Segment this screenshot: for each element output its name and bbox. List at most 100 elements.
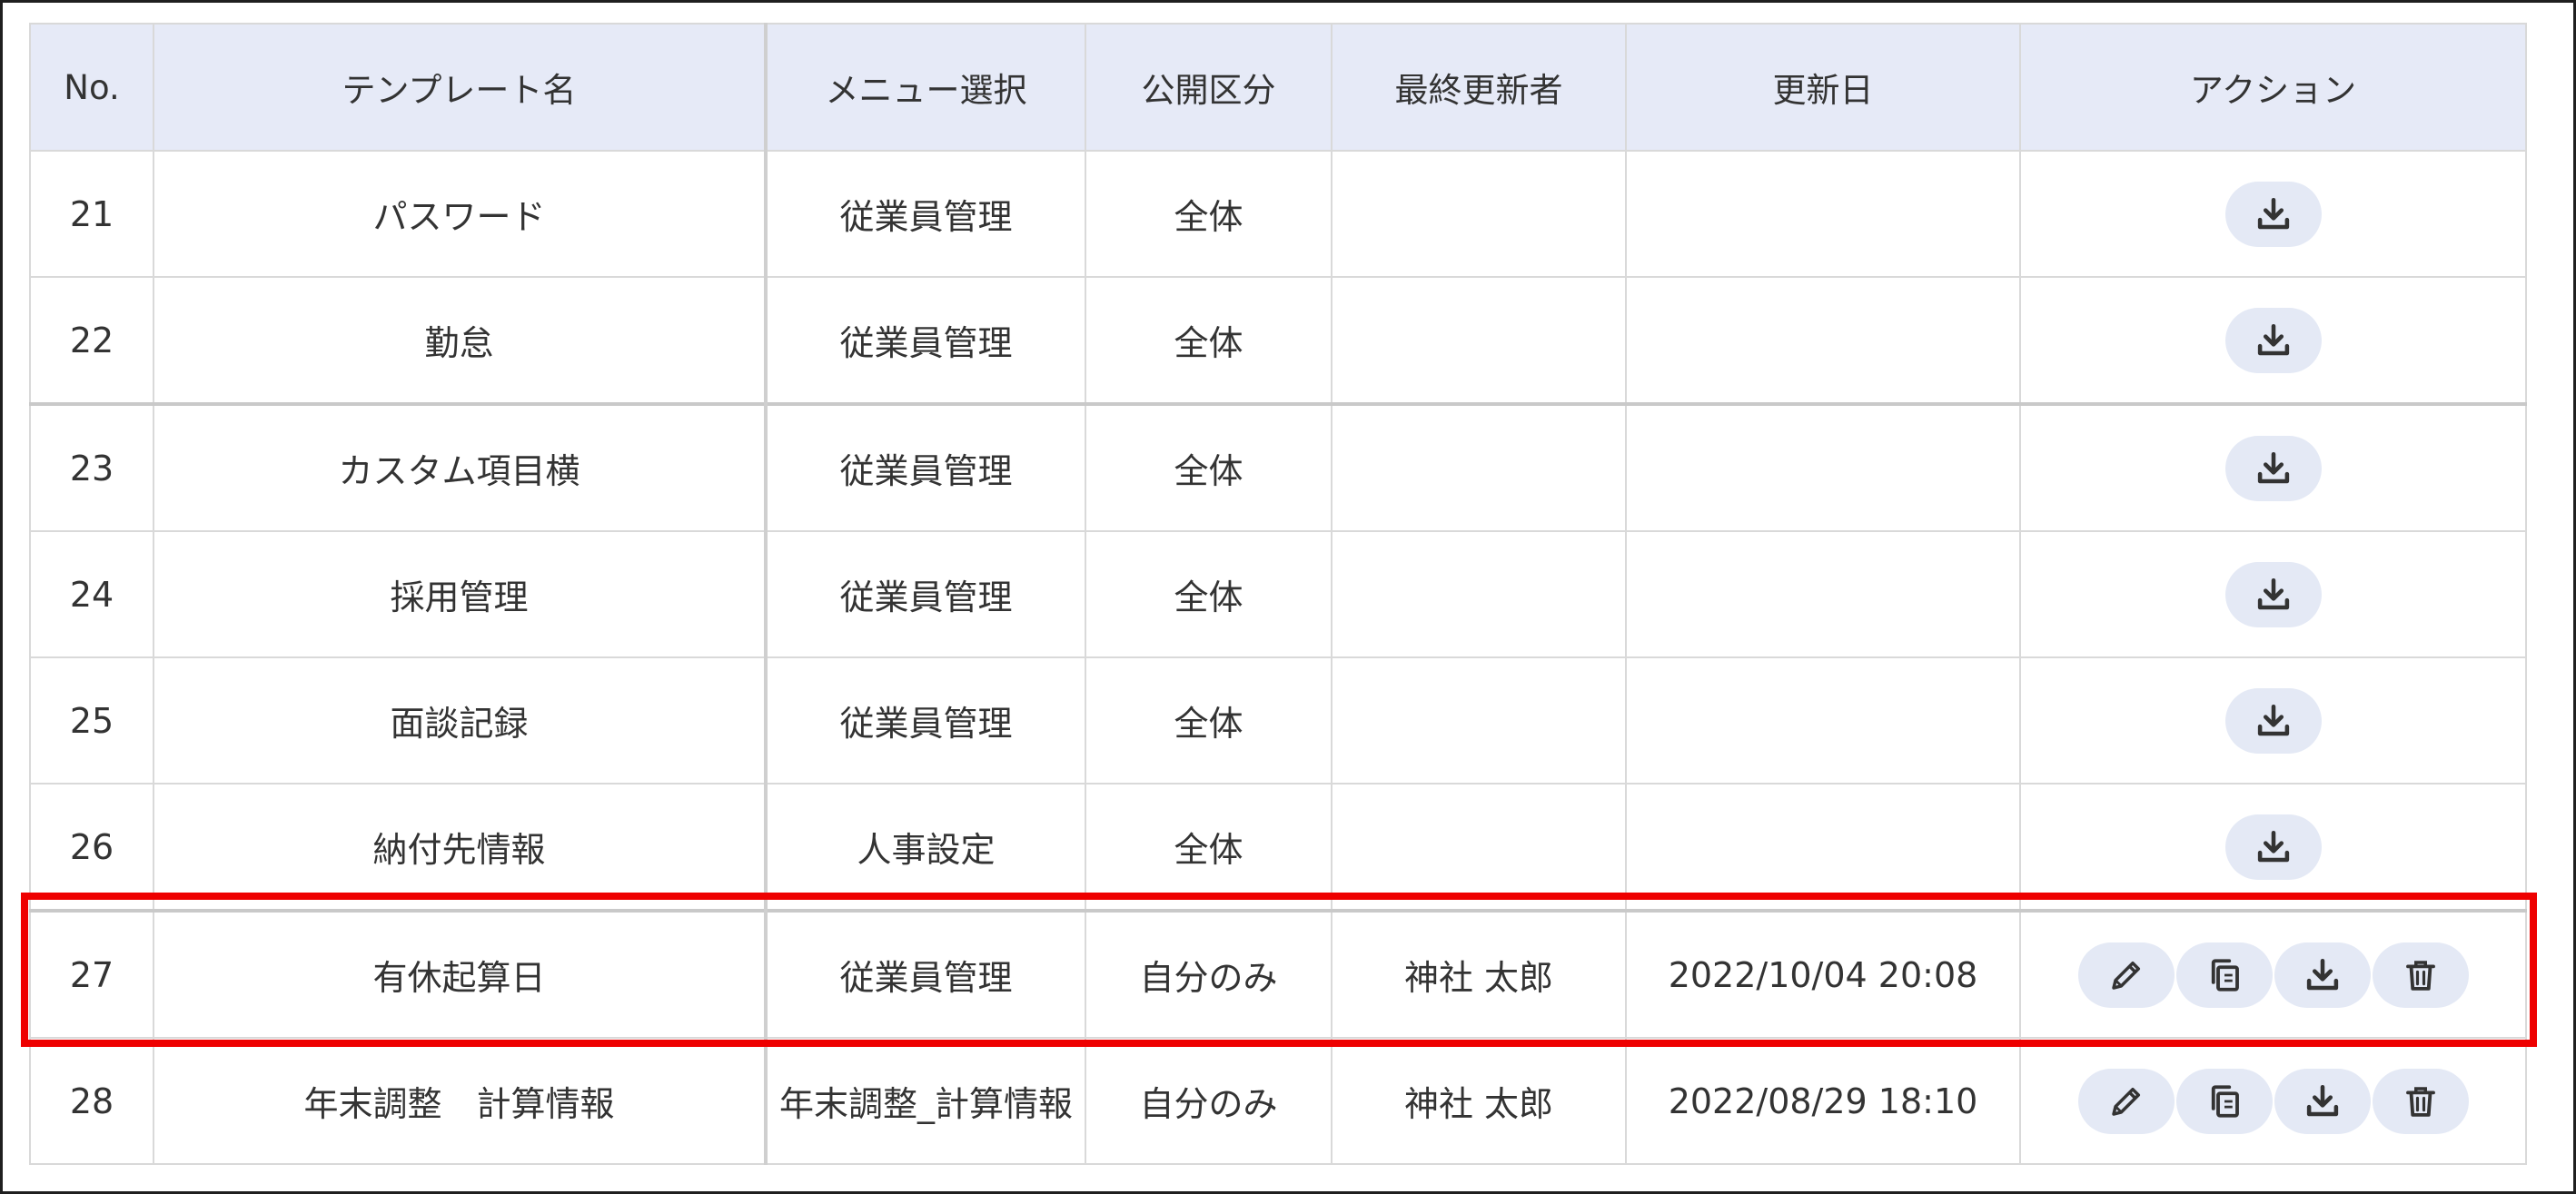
action-buttons [2224,561,2322,627]
screenshot-frame: No. テンプレート名 メニュー選択 公開区分 最終更新者 更新日 アクション … [0,0,2576,1194]
cell-visibility: 全体 [1085,656,1333,784]
action-buttons [2224,307,2322,373]
download-button[interactable] [2274,1068,2371,1134]
download-icon [2254,576,2293,614]
cell-no: 21 [29,150,154,278]
copy-icon [2205,956,2244,994]
download-icon [2254,195,2293,233]
table-row: 23 カスタム項目横 従業員管理 全体 [29,402,2527,532]
download-icon [2254,828,2293,866]
cell-actions [2019,150,2527,278]
cell-no: 23 [29,402,154,532]
trash-icon [2402,1082,2440,1120]
cell-no: 22 [29,276,154,405]
download-button[interactable] [2274,942,2371,1008]
table-row: 28 年末調整 計算情報 年末調整_計算情報 自分のみ 神社 太郎 2022/08/29 … [29,1037,2527,1165]
cell-updater [1331,783,1627,912]
cell-actions [2019,530,2527,658]
cell-visibility: 全体 [1085,276,1333,405]
cell-visibility: 自分のみ [1085,909,1333,1039]
cell-updater: 神社 太郎 [1331,1037,1627,1165]
table-body: 21 パスワード 従業員管理 全体 22 勤怠 従業員管理 全体 23 カスタム項目横 従業員管理全… [29,150,2527,1165]
download-button[interactable] [2224,307,2322,373]
table-header-row: No. テンプレート名 メニュー選択 公開区分 最終更新者 更新日 アクション [29,23,2527,152]
copy-button[interactable] [2175,1068,2273,1134]
cell-visibility: 自分のみ [1085,1037,1333,1165]
action-buttons [2077,942,2469,1008]
column-header-updated-at[interactable]: 更新日 [1625,23,2021,152]
table-row: 25 面談記録 従業員管理 全体 [29,656,2527,784]
cell-updated-at: 2022/08/29 18:10 [1625,1037,2021,1165]
cell-template-name: 年末調整 計算情報 [153,1037,768,1165]
table-row: 26 納付先情報 人事設定 全体 [29,783,2527,912]
cell-no: 25 [29,656,154,784]
edit-button[interactable] [2077,1068,2175,1134]
table-row: 21 パスワード 従業員管理 全体 [29,150,2527,278]
action-buttons [2224,814,2322,880]
cell-updater: 神社 太郎 [1331,909,1627,1039]
cell-menu: 従業員管理 [765,656,1086,784]
cell-template-name: パスワード [153,150,768,278]
cell-template-name: 勤怠 [153,276,768,405]
table-row: 22 勤怠 従業員管理 全体 [29,276,2527,405]
download-button[interactable] [2224,814,2322,880]
cell-menu: 年末調整_計算情報 [765,1037,1086,1165]
cell-updated-at [1625,530,2021,658]
download-button[interactable] [2224,181,2322,247]
download-button[interactable] [2224,561,2322,627]
cell-updater [1331,656,1627,784]
cell-visibility: 全体 [1085,530,1333,658]
column-header-menu[interactable]: メニュー選択 [765,23,1086,152]
cell-menu: 従業員管理 [765,909,1086,1039]
copy-button[interactable] [2175,942,2273,1008]
download-icon [2254,702,2293,740]
cell-menu: 人事設定 [765,783,1086,912]
action-buttons [2224,687,2322,754]
delete-button[interactable] [2372,942,2469,1008]
column-header-template-name[interactable]: テンプレート名 [153,23,768,152]
cell-no: 27 [29,909,154,1039]
download-button[interactable] [2224,687,2322,754]
pencil-icon [2107,1082,2145,1120]
cell-updated-at [1625,150,2021,278]
cell-updater [1331,402,1627,532]
column-header-visibility[interactable]: 公開区分 [1085,23,1333,152]
cell-actions [2019,909,2527,1039]
edit-button[interactable] [2077,942,2175,1008]
download-button[interactable] [2224,435,2322,501]
cell-template-name: 面談記録 [153,656,768,784]
cell-template-name: 採用管理 [153,530,768,658]
trash-icon [2402,956,2440,994]
action-buttons [2224,181,2322,247]
cell-menu: 従業員管理 [765,402,1086,532]
cell-updater [1331,150,1627,278]
cell-menu: 従業員管理 [765,530,1086,658]
download-icon [2254,321,2293,360]
column-header-actions: アクション [2019,23,2527,152]
cell-visibility: 全体 [1085,402,1333,532]
download-icon [2254,449,2293,488]
column-header-no[interactable]: No. [29,23,154,152]
action-buttons [2224,435,2322,501]
pencil-icon [2107,956,2145,994]
copy-icon [2205,1082,2244,1120]
cell-template-name: 有休起算日 [153,909,768,1039]
cell-updated-at [1625,276,2021,405]
cell-updated-at [1625,656,2021,784]
cell-visibility: 全体 [1085,150,1333,278]
column-header-updater[interactable]: 最終更新者 [1331,23,1627,152]
download-icon [2304,956,2342,994]
table-row: 27 有休起算日 従業員管理 自分のみ 神社 太郎 2022/10/04 20:08 [29,909,2527,1039]
cell-no: 28 [29,1037,154,1165]
cell-menu: 従業員管理 [765,276,1086,405]
cell-updater [1331,276,1627,405]
template-table: No. テンプレート名 メニュー選択 公開区分 最終更新者 更新日 アクション … [29,23,2527,1165]
cell-actions [2019,276,2527,405]
cell-actions [2019,783,2527,912]
cell-menu: 従業員管理 [765,150,1086,278]
cell-template-name: カスタム項目横 [153,402,768,532]
cell-updated-at: 2022/10/04 20:08 [1625,909,2021,1039]
delete-button[interactable] [2372,1068,2469,1134]
cell-updated-at [1625,402,2021,532]
cell-actions [2019,1037,2527,1165]
